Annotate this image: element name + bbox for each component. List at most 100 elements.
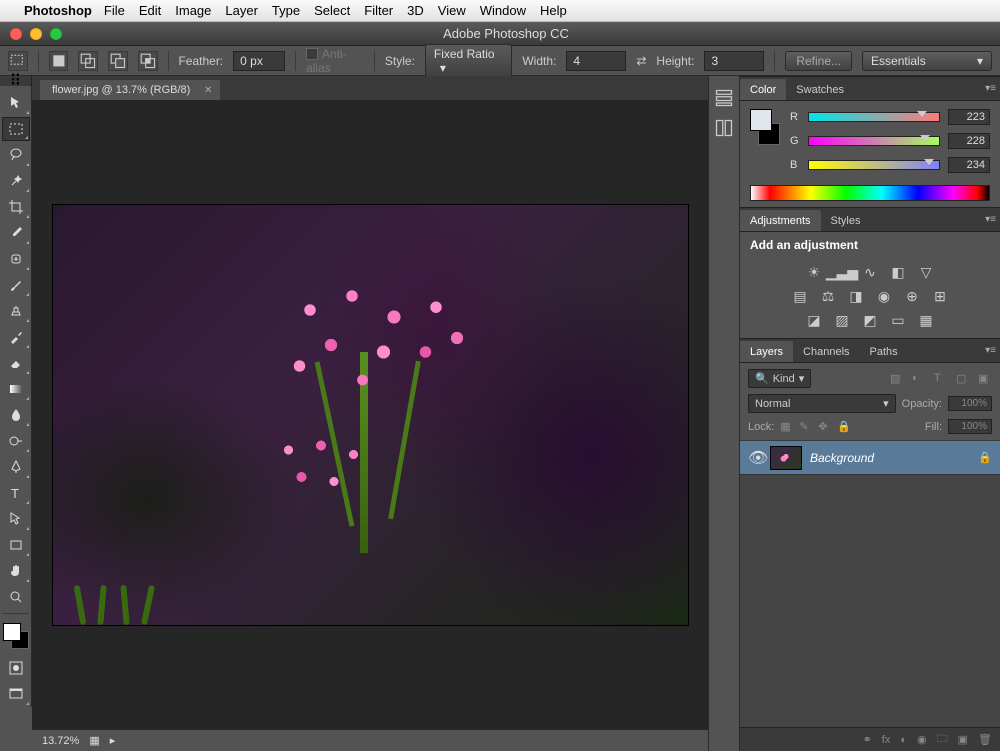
panel-menu-icon[interactable]: ▾≡ <box>985 83 996 94</box>
new-selection-icon[interactable] <box>49 51 69 71</box>
link-layers-icon[interactable]: ⚭ <box>863 733 872 746</box>
new-fill-layer-icon[interactable]: ◉ <box>917 733 927 746</box>
height-input[interactable] <box>704 51 764 71</box>
color-tab[interactable]: Color <box>740 79 786 100</box>
new-group-icon[interactable]: 🗀 <box>937 730 948 749</box>
color-balance-icon[interactable]: ⚖ <box>819 288 837 304</box>
eyedropper-tool[interactable] <box>2 221 30 245</box>
lock-transparency-icon[interactable]: ▦ <box>780 420 793 433</box>
history-panel-icon[interactable] <box>714 90 734 106</box>
menu-type[interactable]: Type <box>272 3 300 18</box>
g-slider[interactable] <box>808 136 940 146</box>
menu-edit[interactable]: Edit <box>139 3 161 18</box>
filter-shape-icon[interactable]: ▢ <box>956 372 970 386</box>
b-slider[interactable] <box>808 160 940 170</box>
invert-icon[interactable]: ◪ <box>805 312 823 328</box>
fill-input[interactable] <box>948 419 992 434</box>
gradient-tool[interactable] <box>2 377 30 401</box>
pen-tool[interactable] <box>2 455 30 479</box>
lock-pixels-icon[interactable]: ✎ <box>799 420 812 433</box>
exposure-icon[interactable]: ◧ <box>889 264 907 280</box>
filter-smartobject-icon[interactable]: ▣ <box>978 372 992 386</box>
screen-mode-toggle[interactable] <box>2 682 30 706</box>
status-info-icon[interactable]: ▦ <box>89 734 99 747</box>
menu-select[interactable]: Select <box>314 3 350 18</box>
layer-mask-icon[interactable]: ◐ <box>900 734 907 746</box>
menu-filter[interactable]: Filter <box>364 3 393 18</box>
workspace-switcher[interactable]: Essentials▾ <box>862 51 992 71</box>
hue-saturation-icon[interactable]: ▤ <box>791 288 809 304</box>
menu-3d[interactable]: 3D <box>407 3 424 18</box>
zoom-level[interactable]: 13.72% <box>42 735 79 747</box>
styles-tab[interactable]: Styles <box>821 210 871 231</box>
filter-pixel-icon[interactable]: ▧ <box>890 372 904 386</box>
paths-tab[interactable]: Paths <box>860 341 908 362</box>
posterize-icon[interactable]: ▨ <box>833 312 851 328</box>
filter-adjustment-icon[interactable]: ◐ <box>912 372 926 386</box>
vibrance-icon[interactable]: ▽ <box>917 264 935 280</box>
toolbar-collapse-grip[interactable]: ⠿ <box>0 76 32 86</box>
path-selection-tool[interactable] <box>2 507 30 531</box>
healing-brush-tool[interactable] <box>2 247 30 271</box>
layer-visibility-icon[interactable]: 👁 <box>748 448 762 468</box>
layer-filter-type[interactable]: 🔍Kind▾ <box>748 369 811 388</box>
history-brush-tool[interactable] <box>2 325 30 349</box>
menu-file[interactable]: File <box>104 3 125 18</box>
color-spectrum[interactable] <box>750 185 990 201</box>
selective-color-icon[interactable]: ▦ <box>917 312 935 328</box>
filter-type-icon[interactable]: T <box>934 372 948 386</box>
crop-tool[interactable] <box>2 195 30 219</box>
b-value-input[interactable] <box>948 157 990 173</box>
window-close-button[interactable] <box>10 28 22 40</box>
status-arrow-icon[interactable]: ▸ <box>110 734 116 747</box>
app-menu[interactable]: Photoshop <box>24 3 92 18</box>
subtract-from-selection-icon[interactable] <box>108 51 128 71</box>
brightness-contrast-icon[interactable]: ☀ <box>805 264 823 280</box>
layer-name[interactable]: Background <box>810 451 970 465</box>
lock-position-icon[interactable]: ✥ <box>818 420 831 433</box>
refine-edge-button[interactable]: Refine... <box>785 51 852 71</box>
menu-layer[interactable]: Layer <box>225 3 258 18</box>
layer-item[interactable]: 👁 Background 🔒 <box>740 441 1000 475</box>
panel-menu-icon[interactable]: ▾≡ <box>985 214 996 225</box>
color-foreground-background[interactable] <box>750 109 780 145</box>
r-value-input[interactable] <box>948 109 990 125</box>
hand-tool[interactable] <box>2 559 30 583</box>
window-maximize-button[interactable] <box>50 28 62 40</box>
add-to-selection-icon[interactable] <box>78 51 98 71</box>
type-tool[interactable]: T <box>2 481 30 505</box>
photo-filter-icon[interactable]: ◉ <box>875 288 893 304</box>
feather-input[interactable] <box>233 51 285 71</box>
threshold-icon[interactable]: ◩ <box>861 312 879 328</box>
foreground-background-colors[interactable] <box>3 623 29 649</box>
brush-tool[interactable] <box>2 273 30 297</box>
swap-wh-icon[interactable]: ⇄ <box>636 54 646 68</box>
move-tool[interactable] <box>2 91 30 115</box>
delete-layer-icon[interactable]: 🗑 <box>978 733 992 746</box>
rectangle-tool[interactable] <box>2 533 30 557</box>
clone-stamp-tool[interactable] <box>2 299 30 323</box>
menu-image[interactable]: Image <box>175 3 211 18</box>
channels-tab[interactable]: Channels <box>793 341 859 362</box>
zoom-tool[interactable] <box>2 585 30 609</box>
opacity-input[interactable] <box>948 396 992 411</box>
levels-icon[interactable]: ▁▃▅ <box>833 264 851 280</box>
swatches-tab[interactable]: Swatches <box>786 79 854 100</box>
lock-all-icon[interactable]: 🔒 <box>837 420 850 433</box>
channel-mixer-icon[interactable]: ⊕ <box>903 288 921 304</box>
document-tab[interactable]: flower.jpg @ 13.7% (RGB/8) ✕ <box>40 80 220 100</box>
layer-lock-icon[interactable]: 🔒 <box>978 451 992 464</box>
gradient-map-icon[interactable]: ▭ <box>889 312 907 328</box>
new-layer-icon[interactable]: ▣ <box>958 733 968 746</box>
black-white-icon[interactable]: ◨ <box>847 288 865 304</box>
r-slider[interactable] <box>808 112 940 122</box>
width-input[interactable] <box>566 51 626 71</box>
layer-style-icon[interactable]: fx <box>882 734 891 746</box>
close-icon[interactable]: ✕ <box>204 85 212 96</box>
canvas[interactable] <box>53 205 688 625</box>
lasso-tool[interactable] <box>2 143 30 167</box>
dodge-tool[interactable] <box>2 429 30 453</box>
tool-preset-picker[interactable] <box>8 51 28 71</box>
intersect-selection-icon[interactable] <box>138 51 158 71</box>
blend-mode-select[interactable]: Normal▾ <box>748 394 896 413</box>
